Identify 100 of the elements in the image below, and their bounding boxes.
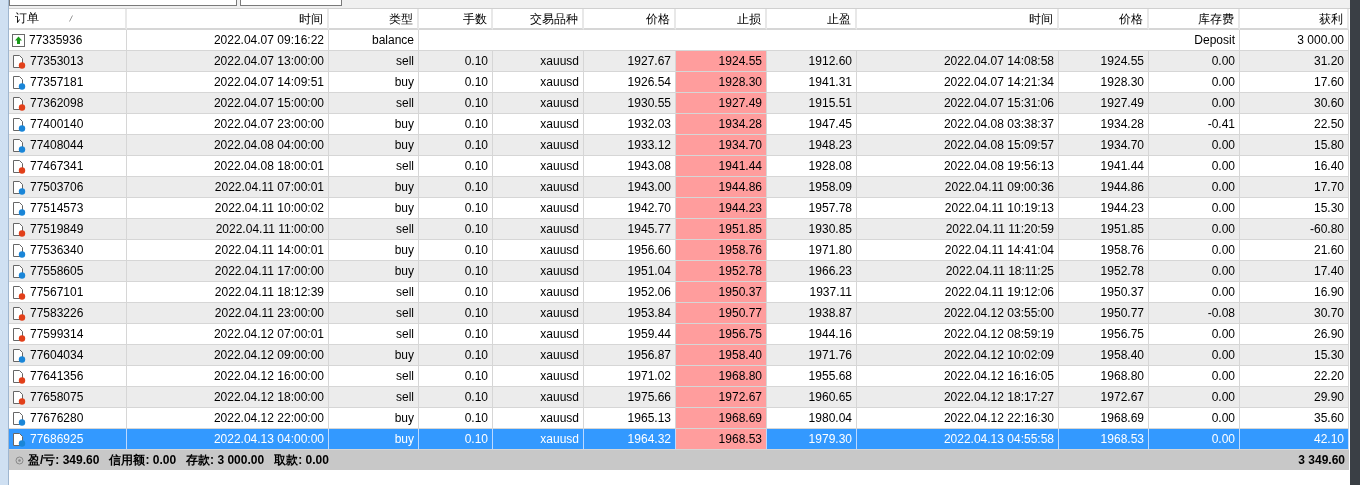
table-cell: 31.20 [1240,51,1349,72]
table-cell: 0.10 [419,345,493,366]
table-cell: 1958.40 [676,345,767,366]
column-header[interactable]: 时间 [127,9,329,30]
table-cell: 0.00 [1149,135,1240,156]
table-cell: 1944.86 [676,177,767,198]
column-header[interactable]: 获利 [1240,9,1349,30]
order-number: 77567101 [30,283,84,301]
table-row[interactable]: 77658075 2022.04.12 18:00:00 sell 0.10 xauusd 1975.66 1972.67 1960.65 2022.04.12 18:17:27 1972.67 0.00 29.90 [9,387,1349,408]
table-cell: 1943.00 [584,177,676,198]
table-cell: 0.00 [1149,261,1240,282]
input-field[interactable] [9,0,237,6]
table-cell: 1968.69 [676,408,767,429]
table-cell: 0.00 [1149,51,1240,72]
order-number: 77353013 [30,52,84,70]
table-cell: 1952.78 [676,261,767,282]
table-row[interactable]: 77686925 2022.04.13 04:00:00 buy 0.10 xauusd 1964.32 1968.53 1979.30 2022.04.13 04:55:58 1968.53 0.00 42.10 [9,429,1349,450]
table-cell: 1930.85 [767,219,857,240]
table-cell: 17.70 [1240,177,1349,198]
table-cell: 30.60 [1240,93,1349,114]
column-header[interactable]: 价格 [584,9,676,30]
table-cell: 0.00 [1149,429,1240,450]
column-header[interactable]: 订单 [9,9,127,30]
summary-item: 盈/亏: 349.60 [28,451,100,469]
table-cell: 1972.67 [676,387,767,408]
table-cell: sell [329,303,419,324]
table-cell: 0.00 [1149,93,1240,114]
table-cell: 30.70 [1240,303,1349,324]
table-row[interactable]: 77503706 2022.04.11 07:00:01 buy 0.10 xauusd 1943.00 1944.86 1958.09 2022.04.11 09:00:36 1944.86 0.00 17.70 [9,177,1349,198]
table-cell: xauusd [493,135,584,156]
table-cell: 1950.77 [676,303,767,324]
table-cell: buy [329,345,419,366]
column-header[interactable]: 手数 [419,9,493,30]
table-cell: 2022.04.12 18:17:27 [857,387,1059,408]
table-cell: 1950.77 [1059,303,1149,324]
table-cell: 1927.67 [584,51,676,72]
summary-item: 信用额: 0.00 [109,451,177,469]
table-cell: 1952.78 [1059,261,1149,282]
column-header[interactable]: 交易品种 [493,9,584,30]
order-number: 77503706 [30,178,84,196]
table-cell: buy [329,261,419,282]
order-number: 77658075 [30,388,84,406]
table-cell: xauusd [493,93,584,114]
table-cell: 1944.23 [676,198,767,219]
column-header[interactable]: 类型 [329,9,419,30]
order-number: 77536340 [30,241,84,259]
table-cell: 1934.70 [676,135,767,156]
table-row[interactable]: 77353013 2022.04.07 13:00:00 sell 0.10 xauusd 1927.67 1924.55 1912.60 2022.04.07 14:08:58 1924.55 0.00 31.20 [9,51,1349,72]
table-cell: 0.10 [419,387,493,408]
table-cell: 2022.04.12 03:55:00 [857,303,1059,324]
table-cell: 1979.30 [767,429,857,450]
column-header[interactable]: 库存费 [1149,9,1240,30]
table-cell: xauusd [493,303,584,324]
order-number: 77676280 [30,409,84,427]
table-row[interactable]: 77604034 2022.04.12 09:00:00 buy 0.10 xauusd 1956.87 1958.40 1971.76 2022.04.12 10:02:09 1958.40 0.00 15.30 [9,345,1349,366]
table-cell: sell [329,219,419,240]
table-cell: 2022.04.11 09:00:36 [857,177,1059,198]
table-cell: 1927.49 [1059,93,1149,114]
table-row[interactable]: 77558605 2022.04.11 17:00:00 buy 0.10 xauusd 1951.04 1952.78 1966.23 2022.04.11 18:11:25 1952.78 0.00 17.40 [9,261,1349,282]
table-cell: 0.00 [1149,345,1240,366]
table-cell: 1930.55 [584,93,676,114]
table-row[interactable]: 77408044 2022.04.08 04:00:00 buy 0.10 xauusd 1933.12 1934.70 1948.23 2022.04.08 15:09:57 1934.70 0.00 15.80 [9,135,1349,156]
table-cell: 1950.37 [676,282,767,303]
table-row[interactable]: 77583226 2022.04.11 23:00:00 sell 0.10 xauusd 1953.84 1950.77 1938.87 2022.04.12 03:55:00 1950.77 -0.08 30.70 [9,303,1349,324]
table-cell: 2022.04.11 18:11:25 [857,261,1059,282]
table-cell: buy [329,177,419,198]
order-number: 77686925 [30,430,84,448]
table-cell: 2022.04.11 23:00:00 [127,303,329,324]
column-header[interactable]: 价格 [1059,9,1149,30]
table-row[interactable]: 77362098 2022.04.07 15:00:00 sell 0.10 xauusd 1930.55 1927.49 1915.51 2022.04.07 15:31:06 1927.49 0.00 30.60 [9,93,1349,114]
column-header[interactable]: 时间 [857,9,1059,30]
table-cell: xauusd [493,345,584,366]
column-header[interactable]: 止损 [676,9,767,30]
table-cell: 1924.55 [676,51,767,72]
table-cell: 15.80 [1240,135,1349,156]
table-row[interactable]: 77519849 2022.04.11 11:00:00 sell 0.10 xauusd 1945.77 1951.85 1930.85 2022.04.11 11:20:59 1951.85 0.00 -60.80 [9,219,1349,240]
input-field[interactable] [240,0,342,6]
order-number: 77641356 [30,367,84,385]
table-cell: 1933.12 [584,135,676,156]
table-cell: -60.80 [1240,219,1349,240]
table-cell: 1953.84 [584,303,676,324]
table-cell: 2022.04.11 11:20:59 [857,219,1059,240]
table-cell: 1944.86 [1059,177,1149,198]
order-number: 77604034 [30,346,84,364]
table-cell: 2022.04.07 15:00:00 [127,93,329,114]
table-cell: 1972.67 [1059,387,1149,408]
table-cell: buy [329,135,419,156]
table-cell: 2022.04.07 13:00:00 [127,51,329,72]
order-number: 77558605 [30,262,84,280]
table-cell: 1956.75 [676,324,767,345]
column-header[interactable]: 止盈 [767,9,857,30]
table-cell: 1960.65 [767,387,857,408]
order-number: 77514573 [30,199,84,217]
summary-item: 取款: 0.00 [274,451,329,469]
order-number: 77408044 [30,136,84,154]
order-number: 77357181 [30,73,84,91]
table-cell: 1951.04 [584,261,676,282]
table-cell: 2022.04.07 15:31:06 [857,93,1059,114]
table-cell: sell [329,387,419,408]
total-profit: 3 349.60 [1297,453,1346,467]
